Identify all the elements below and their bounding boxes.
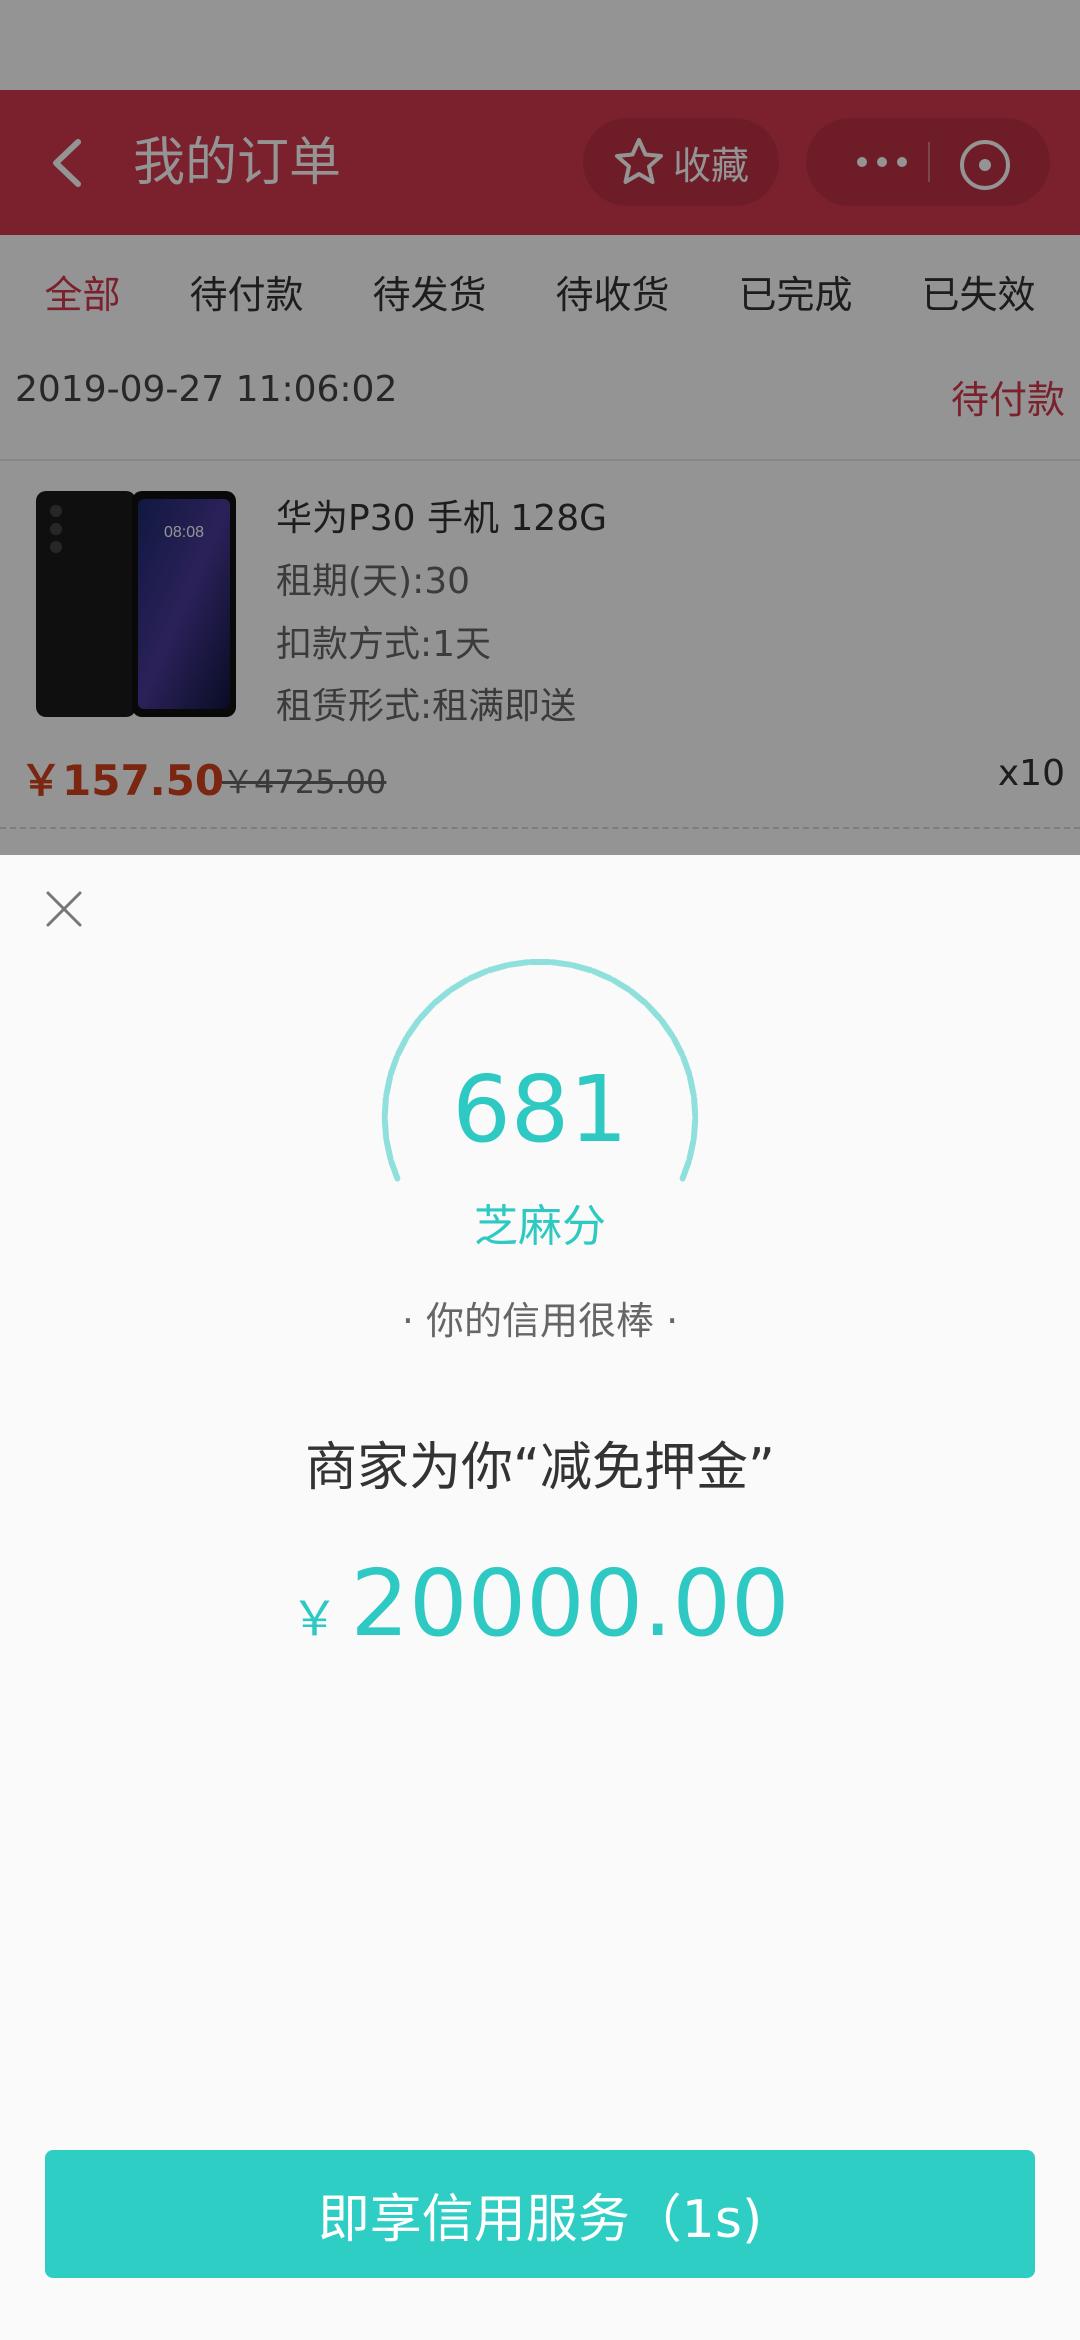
credit-score: 681 <box>452 1056 628 1163</box>
dial-tick <box>679 1158 692 1182</box>
dial-tick <box>590 968 614 982</box>
modal-overlay[interactable] <box>0 0 1080 855</box>
dial-tick <box>486 962 510 974</box>
close-icon[interactable] <box>42 887 86 931</box>
dial-tick <box>628 988 649 1006</box>
deposit-waiver-text: 商家为你“减免押金” <box>305 1438 775 1498</box>
dial-tick <box>610 977 632 993</box>
dial-tick <box>549 959 574 968</box>
dial-tick <box>466 968 490 982</box>
credit-score-label: 芝麻分 <box>474 1201 606 1252</box>
amount-value: 20000.00 <box>350 1550 790 1657</box>
dial-tick <box>417 1002 436 1022</box>
dial-tick <box>670 1035 685 1058</box>
dial-tick <box>644 1002 663 1022</box>
dial-tick <box>570 962 594 974</box>
dial-tick <box>658 1017 676 1039</box>
dial-tick <box>404 1017 422 1039</box>
credit-rating-text: · 你的信用很棒 · <box>401 1299 679 1343</box>
dial-tick <box>506 959 531 968</box>
enjoy-credit-service-button[interactable]: 即享信用服务（1s) <box>45 2150 1035 2278</box>
dial-tick <box>448 977 470 993</box>
dial-tick <box>395 1035 410 1058</box>
dial-tick <box>431 988 452 1006</box>
dial-tick <box>388 1158 401 1182</box>
credit-bottom-sheet: 681 芝麻分 · 你的信用很棒 · 商家为你“减免押金” ￥ 20000.00 … <box>0 855 1080 2340</box>
currency-symbol: ￥ <box>290 1591 339 1647</box>
waived-amount: ￥ 20000.00 <box>0 1550 1080 1657</box>
